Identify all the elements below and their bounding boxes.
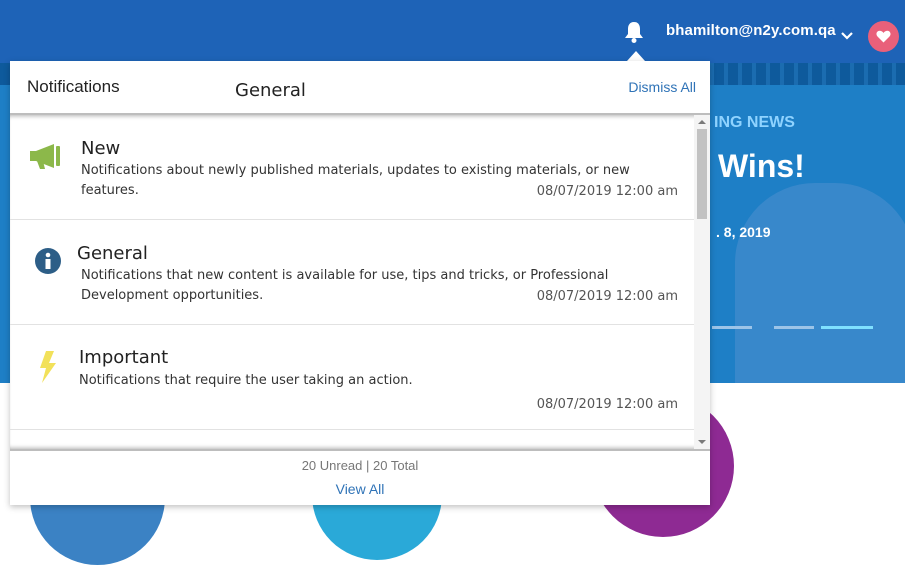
carousel-dot-active[interactable] xyxy=(821,326,873,329)
notifications-list[interactable]: New Notifications about newly published … xyxy=(10,113,710,451)
user-email-menu[interactable]: bhamilton@n2y.com.qa xyxy=(666,22,836,39)
notification-counts: 20 Unread | 20 Total xyxy=(301,458,419,473)
info-icon xyxy=(34,247,62,279)
notification-timestamp: 08/07/2019 12:00 am xyxy=(536,397,678,412)
hero-image xyxy=(735,183,905,383)
notification-timestamp: 08/07/2019 12:00 am xyxy=(536,289,678,304)
notifications-category: General xyxy=(235,80,306,101)
hero-date: . 8, 2019 xyxy=(716,224,771,240)
notification-item-general[interactable]: General Notifications that new content i… xyxy=(10,220,694,325)
notification-timestamp: 08/07/2019 12:00 am xyxy=(536,184,678,199)
scroll-up-arrow-icon[interactable] xyxy=(698,120,706,124)
notifications-title: Notifications xyxy=(27,77,120,96)
megaphone-icon xyxy=(28,142,66,174)
dismiss-all-link[interactable]: Dismiss All xyxy=(628,79,696,95)
dropdown-caret xyxy=(627,51,645,61)
notification-item[interactable] xyxy=(10,430,694,449)
notification-title: New xyxy=(81,138,121,159)
notification-item-important[interactable]: Important Notifications that require the… xyxy=(10,325,694,430)
heart-icon xyxy=(876,30,891,43)
notification-description: Notifications that require the user taki… xyxy=(79,373,413,388)
scroll-down-arrow-icon[interactable] xyxy=(698,440,706,444)
notification-title: General xyxy=(77,243,148,264)
lightning-icon xyxy=(38,351,58,387)
carousel-dot[interactable] xyxy=(774,326,814,329)
top-navigation-bar: bhamilton@n2y.com.qa xyxy=(0,0,905,63)
chevron-down-icon[interactable] xyxy=(840,26,854,40)
notifications-header: Notifications General Dismiss All xyxy=(10,61,710,113)
notifications-scrollbar[interactable] xyxy=(694,115,710,449)
hero-title[interactable]: Wins! xyxy=(718,148,805,185)
bell-icon[interactable] xyxy=(623,20,645,44)
notification-title: Important xyxy=(79,347,169,368)
carousel-indicators xyxy=(712,326,882,330)
carousel-dot[interactable] xyxy=(712,326,752,329)
notification-item-new[interactable]: New Notifications about newly published … xyxy=(10,115,694,220)
notifications-dropdown: Notifications General Dismiss All New No… xyxy=(10,61,710,505)
favorites-button[interactable] xyxy=(868,21,899,52)
view-all-link[interactable]: View All xyxy=(10,481,710,497)
scrollbar-thumb[interactable] xyxy=(697,129,707,219)
notifications-footer: 20 Unread | 20 Total View All xyxy=(10,451,710,505)
hero-kicker: ING NEWS xyxy=(714,114,795,131)
